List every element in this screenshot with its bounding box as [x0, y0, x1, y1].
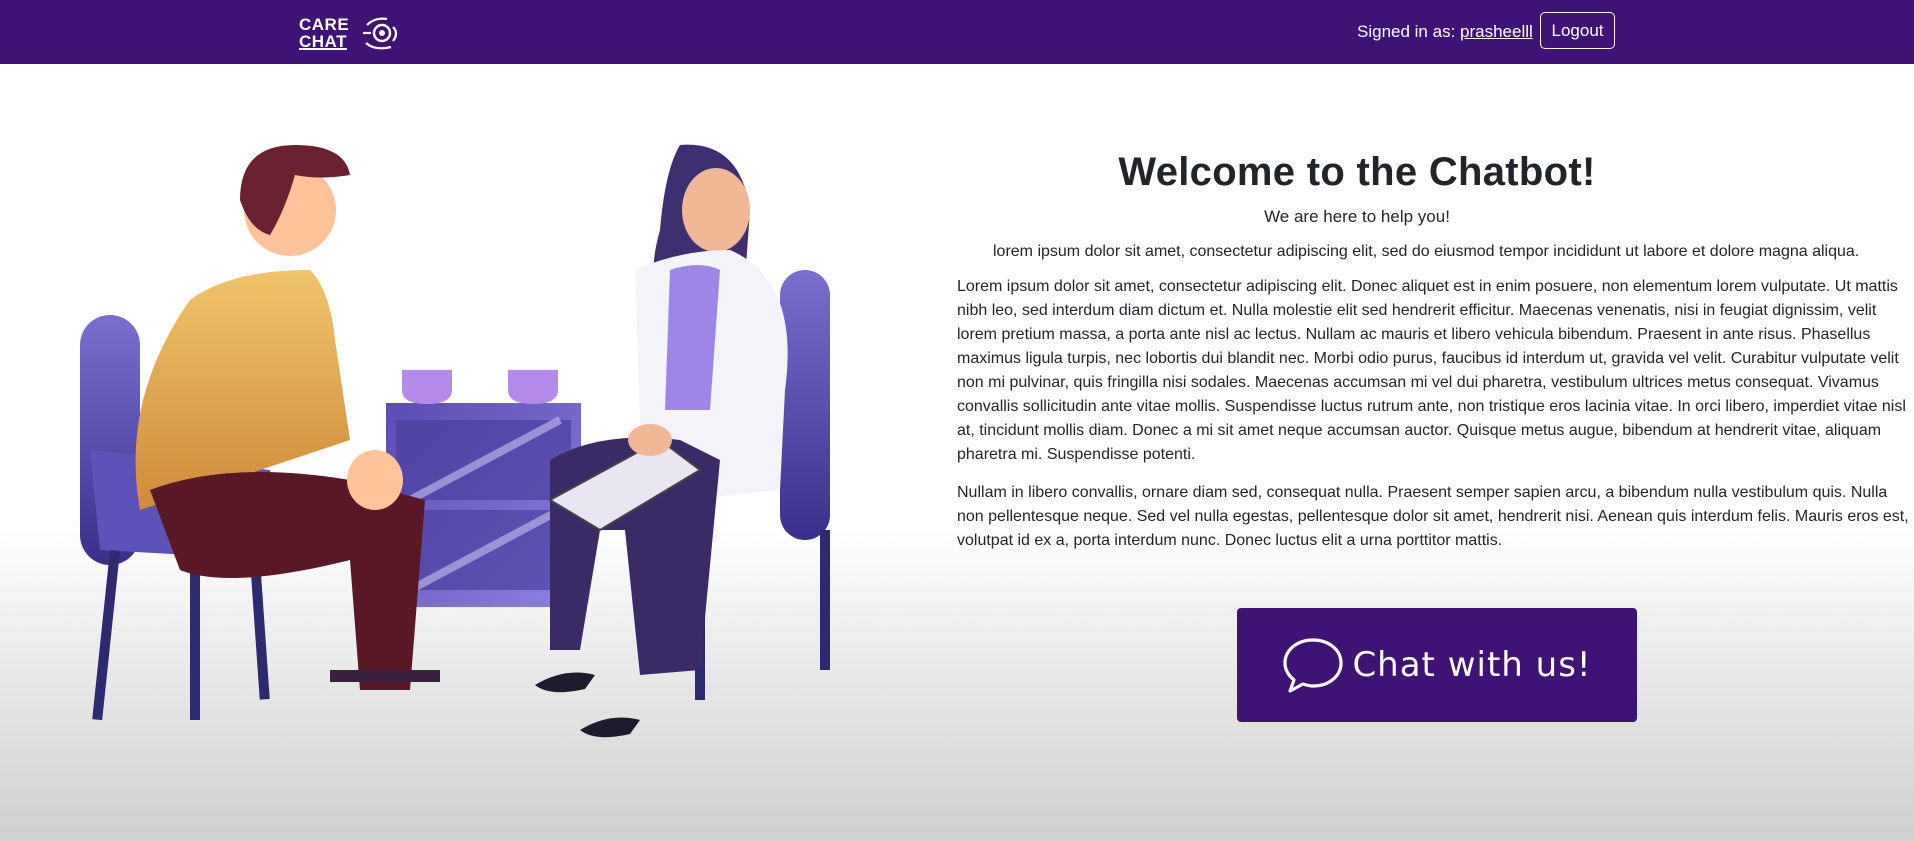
logout-button[interactable]: Logout: [1540, 12, 1615, 49]
brand-logo-link[interactable]: CARE CHAT: [299, 13, 401, 53]
brand-line-1: CARE: [299, 15, 350, 34]
chat-button-label: Chat with us!: [1352, 645, 1592, 685]
tagline: We are here to help you!: [1264, 207, 1450, 226]
intro-paragraph-2: Nullam in libero convallis, ornare diam …: [957, 484, 1909, 549]
stethoscope-heart-icon: [363, 17, 398, 50]
navbar: CARE CHAT Signed in as: prasheelll Logou…: [0, 0, 1914, 64]
username-link[interactable]: prasheelll: [1460, 22, 1533, 41]
intro-paragraph-1: Lorem ipsum dolor sit amet, consectetur …: [957, 278, 1906, 463]
speech-bubble-icon: [1283, 638, 1344, 693]
chat-with-us-button[interactable]: Chat with us!: [1237, 608, 1637, 722]
signed-in-label: Signed in as:: [1357, 22, 1456, 41]
lead-text: lorem ipsum dolor sit amet, consectetur …: [993, 243, 1860, 260]
welcome-section: Welcome to the Chatbot! We are here to h…: [957, 150, 1914, 553]
signed-in-status: Signed in as: prasheelll: [1357, 22, 1533, 42]
brand-wordmark: CARE CHAT: [299, 16, 349, 50]
page-title: Welcome to the Chatbot!: [1118, 150, 1596, 194]
brand-line-2: CHAT: [299, 32, 347, 51]
doctor-patient-illustration: [80, 144, 830, 738]
